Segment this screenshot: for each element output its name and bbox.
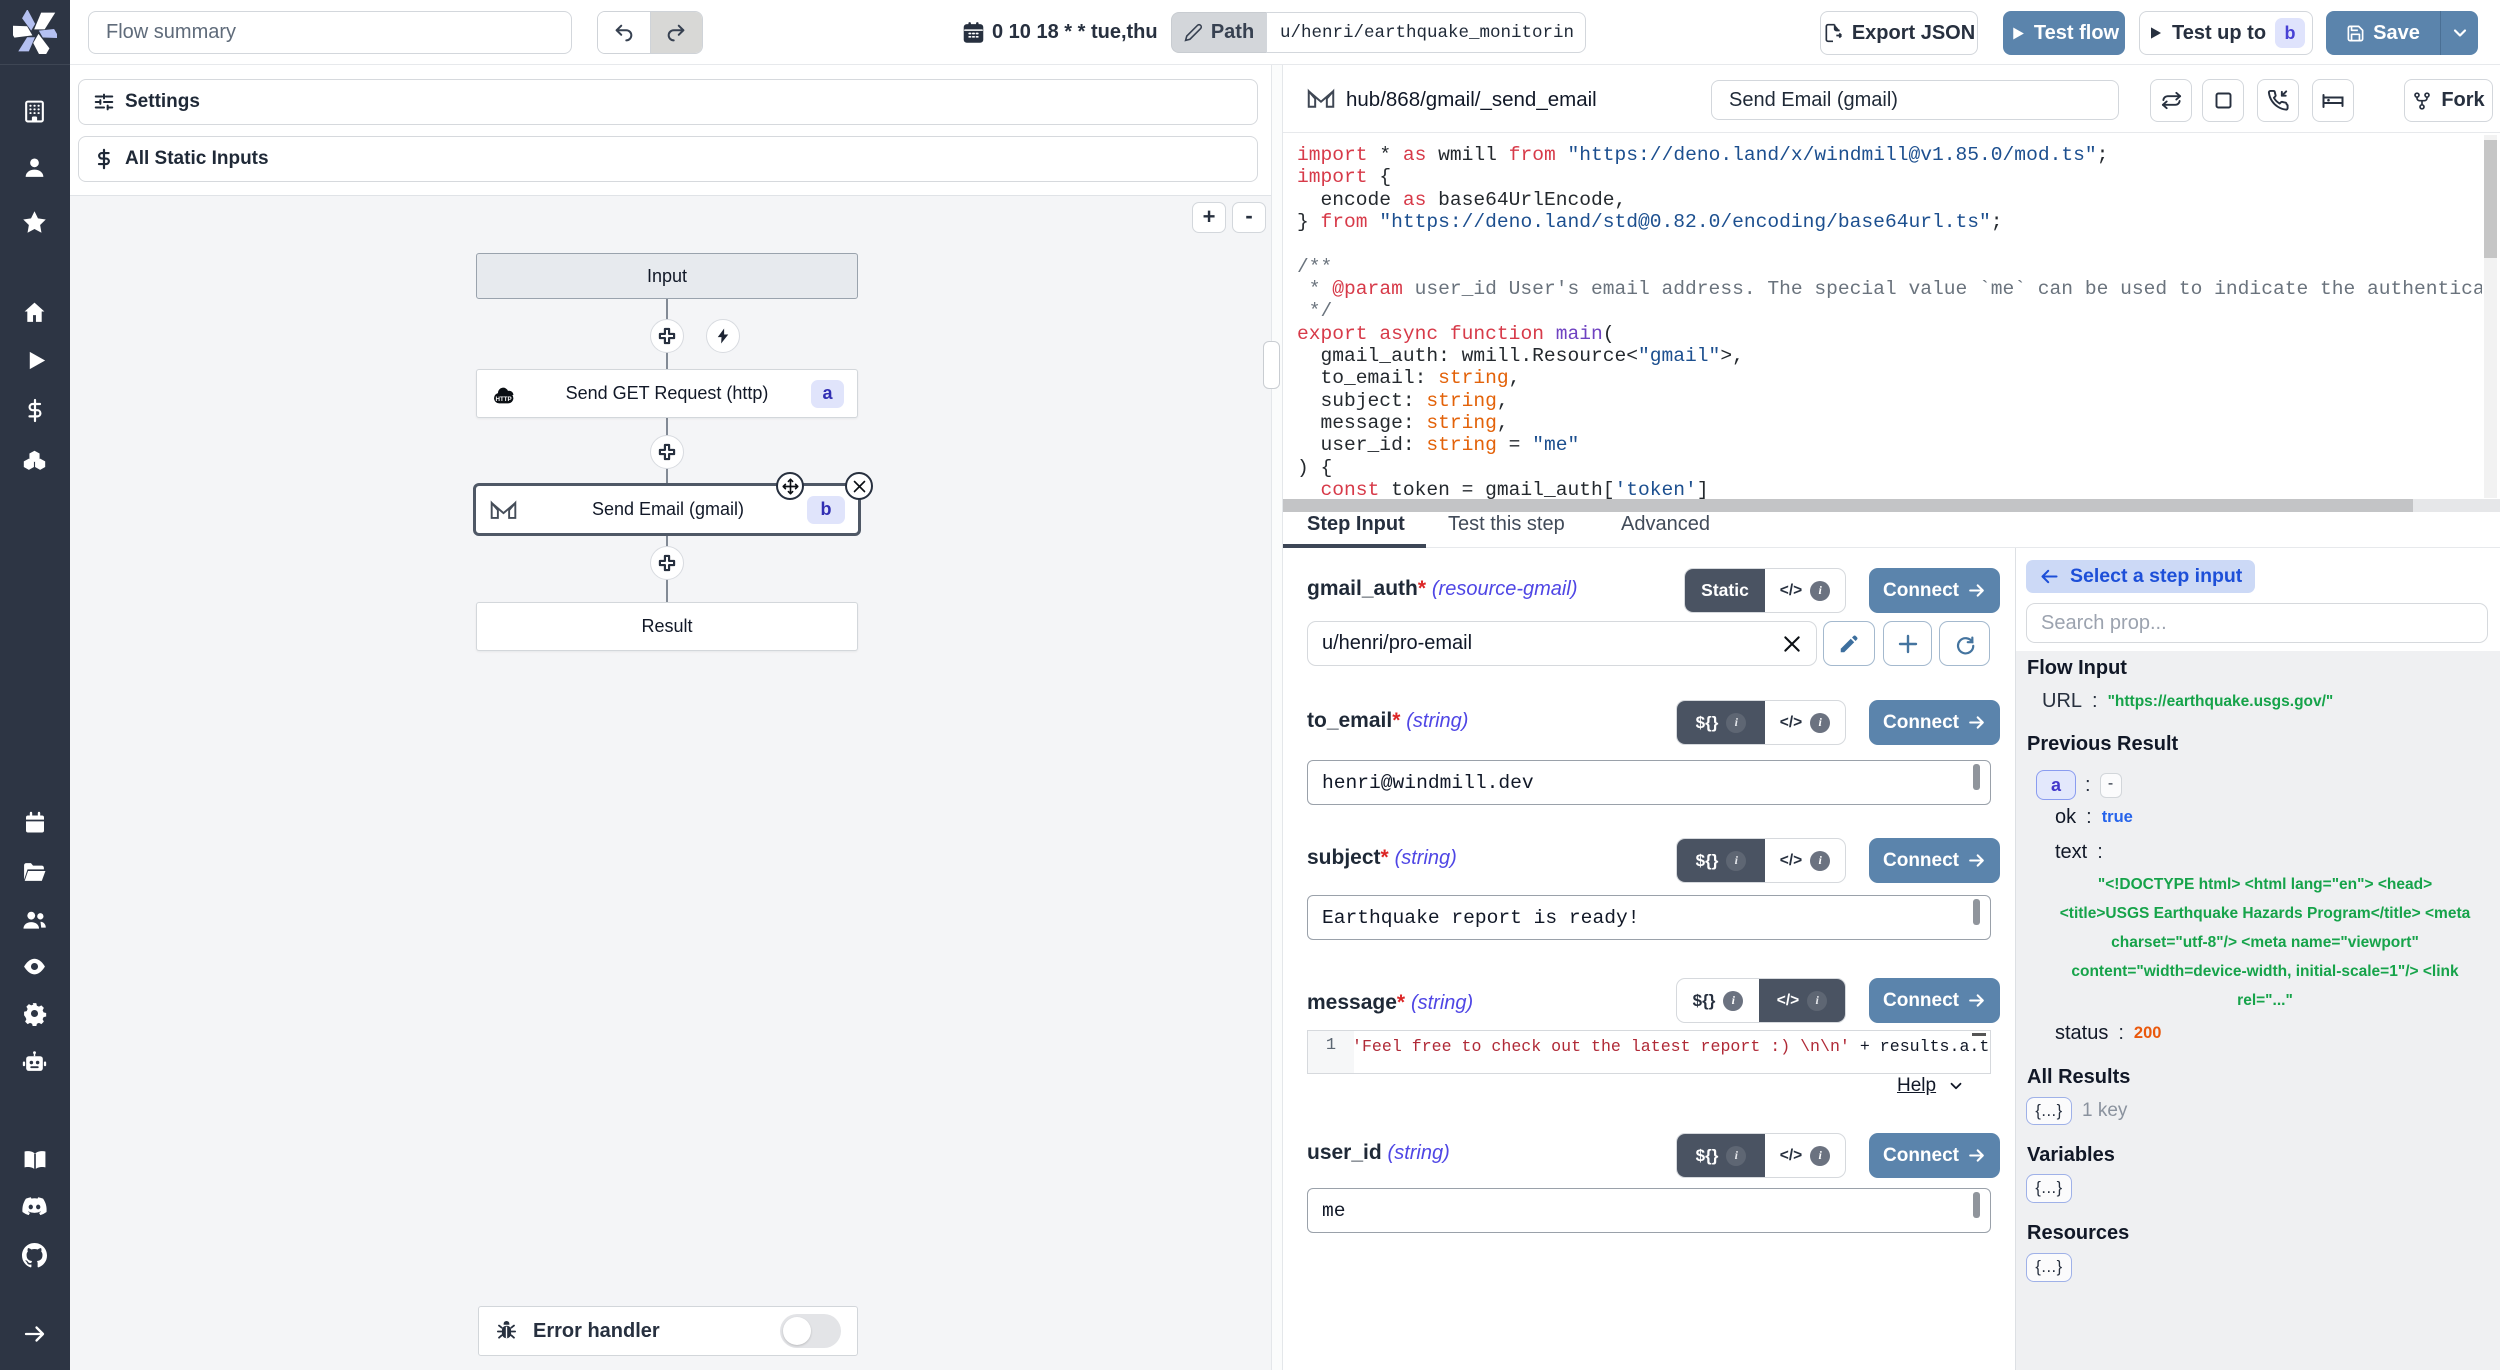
svg-text:HTTP: HTTP bbox=[496, 396, 512, 403]
